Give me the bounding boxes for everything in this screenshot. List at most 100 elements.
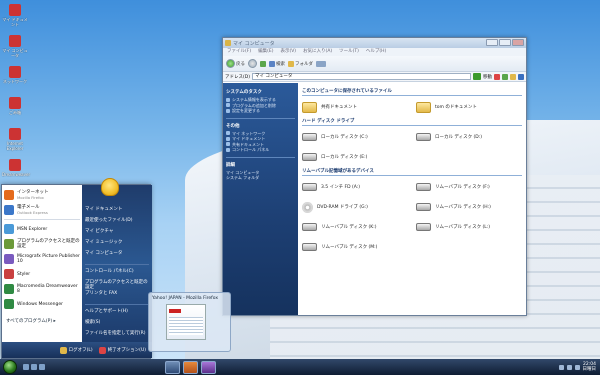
start-place-item[interactable]: ファイル名を指定して実行(R) [85, 331, 149, 342]
desktop-icon[interactable]: ごみ箱 [2, 97, 28, 125]
group-items: 3.5 インチ FD (A:) リムーバブル ディスク (F:) DVD-RAM ド… [302, 180, 522, 254]
menu-item[interactable]: ファイル(F) [227, 49, 251, 54]
file-item-name: ローカル ディスク (D:) [435, 135, 483, 140]
stop-icon[interactable] [494, 73, 500, 80]
file-item[interactable]: ローカル ディスク (D:) [416, 130, 522, 144]
file-item[interactable]: リムーバブル ディスク (M:) [302, 240, 408, 254]
start-place-item[interactable]: コントロール パネル(C) [85, 269, 149, 280]
folder-up-icon[interactable] [510, 73, 516, 80]
menu-item[interactable]: お気に入り(A) [303, 49, 332, 54]
my-computer-window[interactable]: マイ コンピュータ ファイル(F) 編集(E) 表示(V) お気に入り(A) ツール(T… [222, 37, 527, 316]
desktop-icon[interactable]: マイ ドキュメント [2, 4, 28, 32]
quick-launch-media-icon[interactable] [39, 364, 45, 370]
drive-icon [302, 183, 317, 191]
recent-program[interactable]: Micrografx Picture Publisher 10 [4, 252, 80, 266]
file-item[interactable]: 共有ドキュメント [302, 100, 408, 114]
go-button[interactable] [473, 73, 481, 80]
firefox-taskbar-thumbnail[interactable]: Yahoo! JAPAN - Mozilla Firefox [148, 292, 231, 352]
forward-button[interactable] [248, 59, 257, 68]
menu-item[interactable]: 編集(E) [258, 49, 273, 54]
file-item[interactable]: リムーバブル ディスク (F:) [416, 180, 522, 194]
file-item-name: リムーバブル ディスク (K:) [321, 225, 377, 230]
tray-network-icon[interactable] [566, 364, 572, 370]
drive-icon [416, 133, 431, 141]
start-place-item[interactable]: 最近使ったファイル(D) [85, 218, 149, 229]
file-item[interactable]: tom のドキュメント [416, 100, 522, 114]
place-icon [226, 147, 230, 152]
task-label: 設定を変更する [232, 108, 260, 113]
clock[interactable]: 22:04 日曜日 [583, 362, 597, 372]
start-place-item[interactable]: マイ コンピュータ [85, 251, 149, 262]
taskbar-button-explorer[interactable] [165, 360, 180, 374]
folder-icon [288, 60, 294, 67]
taskbar: 22:04 日曜日 [0, 359, 600, 375]
save-icon[interactable] [518, 73, 524, 80]
details-title: 詳細 [226, 162, 235, 168]
quick-launch-ie-icon[interactable] [23, 364, 29, 370]
start-place-item[interactable]: 検索(S) [85, 320, 149, 331]
start-menu-places: マイ ドキュメント 最近使ったファイル(D) マイ ピクチャ マイ ミュージック マイ … [82, 185, 152, 344]
pinned-program[interactable]: 電子メール Outlook Express [4, 203, 80, 217]
refresh-icon[interactable] [502, 73, 508, 80]
user-avatar-duck[interactable] [101, 178, 119, 196]
close-button[interactable] [512, 39, 524, 46]
file-item[interactable]: ローカル ディスク (C:) [302, 130, 408, 144]
file-item[interactable]: 3.5 インチ FD (A:) [302, 180, 408, 194]
file-item[interactable]: リムーバブル ディスク (L:) [416, 220, 522, 234]
views-button[interactable] [316, 60, 326, 67]
program-icon [4, 284, 14, 294]
file-item-name: DVD-RAM ドライブ (G:) [317, 205, 368, 210]
minimize-button[interactable] [486, 39, 498, 46]
up-button[interactable] [260, 60, 266, 67]
start-place-item[interactable]: ヘルプとサポート(H) [85, 309, 149, 320]
program-name: MSN Explorer [17, 226, 48, 232]
menu-item[interactable]: 表示(V) [280, 49, 296, 54]
start-place-item[interactable]: マイ ドキュメント [85, 207, 149, 218]
shutdown-button[interactable]: 終了オプション(U) [98, 346, 146, 354]
desktop-icon[interactable]: マイ コンピュータ [2, 35, 28, 63]
recent-program[interactable]: Styler [4, 267, 80, 281]
file-item[interactable]: DVD-RAM ドライブ (G:) [302, 200, 408, 214]
maximize-button[interactable] [499, 39, 511, 46]
separator [85, 264, 149, 265]
address-input[interactable]: マイ コンピュータ [251, 73, 471, 80]
desktop-icon[interactable]: Dreamweaver [2, 159, 30, 187]
pinned-program[interactable]: インターネット Mozilla Firefox [4, 188, 80, 202]
file-item[interactable]: リムーバブル ディスク (K:) [302, 220, 408, 234]
file-item[interactable]: リムーバブル ディスク (H:) [416, 200, 522, 214]
task-icon [226, 108, 230, 113]
start-button[interactable] [3, 360, 17, 374]
folders-button[interactable]: フォルダ [288, 60, 313, 67]
desktop-icon[interactable]: ネットワーク [2, 66, 28, 94]
tray-volume-icon[interactable] [558, 364, 564, 370]
system-task-link[interactable]: 設定を変更する [226, 108, 295, 114]
menu-item[interactable]: ツール(T) [339, 49, 359, 54]
start-place-item[interactable]: マイ ピクチャ [85, 229, 149, 240]
all-programs-button[interactable]: すべてのプログラム(P) ▸ [6, 318, 56, 324]
recent-program[interactable]: MSN Explorer [4, 222, 80, 236]
file-item[interactable]: ローカル ディスク (E:) [302, 150, 408, 164]
file-item-name: リムーバブル ディスク (F:) [435, 185, 490, 190]
back-button[interactable]: 戻る [226, 59, 245, 68]
taskbar-button-app[interactable] [201, 360, 216, 374]
tray-security-icon[interactable] [574, 364, 580, 370]
recent-program[interactable]: Macromedia Dreamweaver 8 [4, 282, 80, 296]
quick-launch-desktop-icon[interactable] [31, 364, 37, 370]
start-place-item[interactable]: プログラムのアクセスと既定の設定 [85, 280, 149, 291]
window-titlebar[interactable]: マイ コンピュータ [223, 38, 526, 48]
taskbar-button-firefox[interactable] [183, 360, 198, 374]
start-place-item[interactable]: マイ ミュージック [85, 240, 149, 251]
search-button[interactable]: 検索 [269, 60, 285, 67]
start-place-item[interactable]: プリンタと FAX [85, 291, 149, 302]
place-icon [226, 131, 230, 136]
other-place-link[interactable]: コントロール パネル [226, 147, 295, 153]
program-name: Styler [17, 271, 31, 277]
desktop-icon-label: マイ コンピュータ [2, 48, 28, 58]
recent-program[interactable]: プログラムのアクセスと既定の設定 [4, 237, 80, 251]
group-header: リムーバブル記憶域があるデバイス [302, 168, 522, 176]
folder-icon [416, 101, 431, 113]
recent-program[interactable]: Windows Messenger [4, 297, 80, 311]
logoff-button[interactable]: ログオフ(L) [59, 346, 93, 354]
desktop-icon[interactable]: Internet Explorer [2, 128, 28, 156]
menu-item[interactable]: ヘルプ(H) [366, 49, 386, 54]
